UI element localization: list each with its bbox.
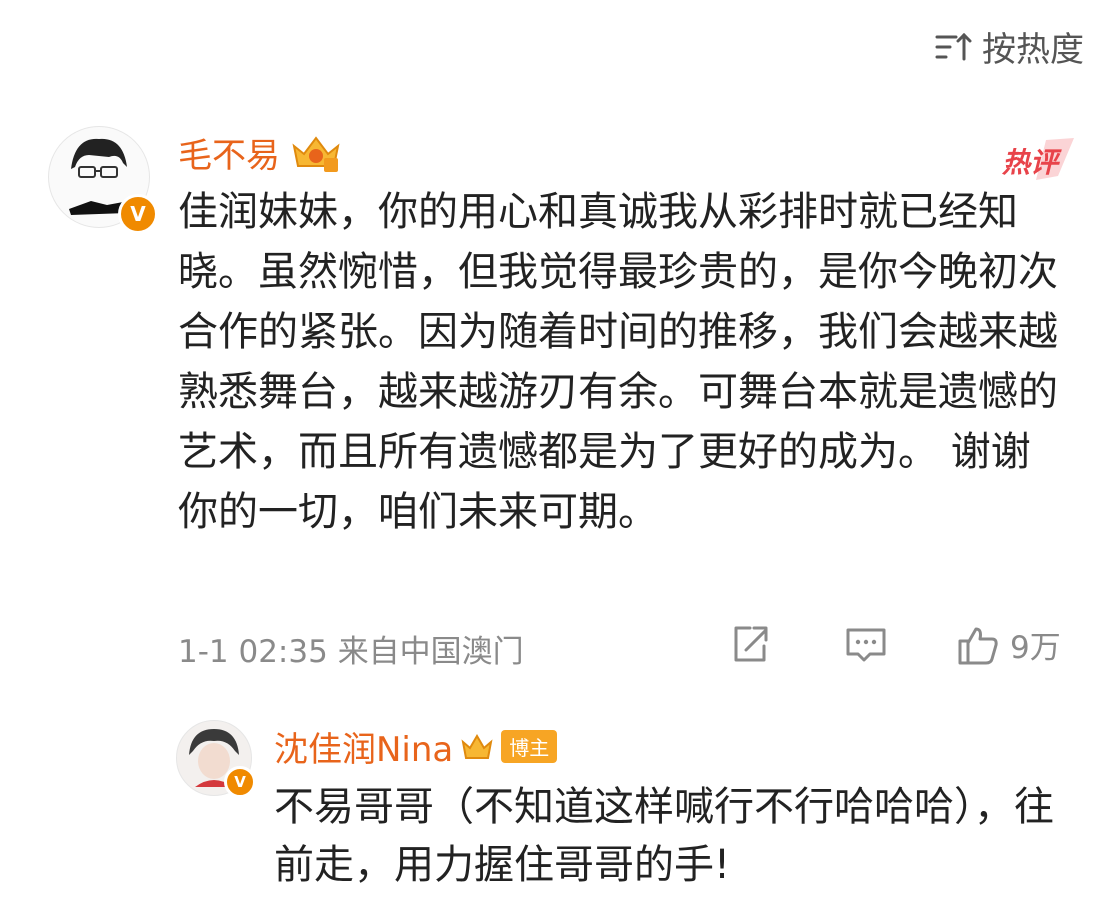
comment-location: 来自中国澳门 <box>337 634 524 670</box>
share-button[interactable] <box>728 622 772 666</box>
hot-comment-icon: 热评 <box>1002 138 1074 180</box>
thumbs-up-icon <box>958 627 998 664</box>
reply-username-text: 沈佳润Nina <box>274 730 454 770</box>
verified-badge-icon: V <box>118 194 158 234</box>
username-text: 毛不易 <box>178 136 280 176</box>
reply-crown-icon <box>461 733 493 759</box>
comment-time: 1-1 02:35 <box>178 634 328 670</box>
sort-label: 按热度 <box>982 30 1084 70</box>
comment-icon <box>846 628 886 662</box>
hot-label: 热评 <box>1002 146 1062 179</box>
like-count: 9万 <box>1010 630 1061 666</box>
reply-verified-badge-icon: V <box>224 766 256 798</box>
sort-by-hot-button[interactable]: 按热度 <box>934 22 1084 71</box>
like-button[interactable]: 9万 <box>956 622 1061 667</box>
share-icon <box>734 626 768 662</box>
crown-badge-icon <box>292 135 340 172</box>
comment-meta: 1-1 02:35 来自中国澳门 <box>178 626 524 671</box>
reply-username[interactable]: 沈佳润Nina 博主 <box>274 722 558 771</box>
comment-text: 佳润妹妹，你的用心和真诚我从彩排时就已经知晓。虽然惋惜，但我觉得最珍贵的，是你今… <box>178 189 1058 535</box>
comment-username[interactable]: 毛不易 <box>178 128 342 177</box>
sort-icon <box>935 32 972 60</box>
reply-text: 不易哥哥（不知道这样喊行不行哈哈哈），往前走，用力握住哥哥的手! <box>274 784 1054 888</box>
author-tag: 博主 <box>501 730 558 763</box>
reply-button[interactable] <box>844 622 888 666</box>
